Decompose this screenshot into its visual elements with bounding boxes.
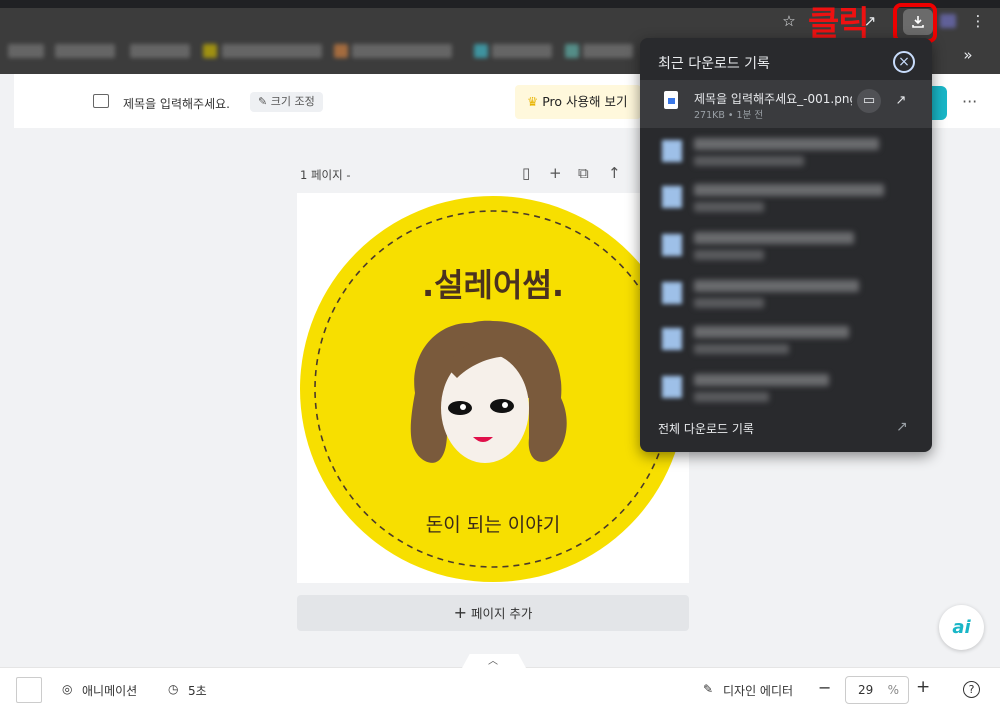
download-item-blurred[interactable] bbox=[662, 134, 882, 168]
design-canvas[interactable]: .설레어썸. 돈이 되는 이야기 bbox=[297, 193, 689, 583]
open-file-button[interactable]: ↗ bbox=[889, 89, 913, 113]
page-number: 1 페이지 - bbox=[300, 168, 351, 182]
animation-icon[interactable]: ◎ bbox=[62, 682, 72, 696]
resize-button[interactable]: ✎ 크기 조정 bbox=[250, 92, 323, 112]
left-eye bbox=[448, 401, 472, 415]
expand-pages-tab[interactable]: ︿ bbox=[462, 654, 526, 668]
sticker-top-text: .설레어썸. bbox=[422, 266, 564, 304]
zoom-in-button[interactable]: + bbox=[916, 677, 930, 697]
bookmark-blurred[interactable] bbox=[352, 44, 452, 58]
duration-label[interactable]: 5초 bbox=[188, 682, 207, 699]
more-options-icon[interactable]: ··· bbox=[962, 92, 977, 111]
sticker-artwork: .설레어썸. 돈이 되는 이야기 bbox=[300, 196, 686, 582]
plus-icon: + bbox=[453, 603, 467, 622]
design-editor-label[interactable]: 디자인 에디터 bbox=[723, 682, 793, 699]
download-item-blurred[interactable] bbox=[662, 370, 882, 404]
bookmark-blurred[interactable] bbox=[55, 44, 115, 58]
resize-label: 크기 조정 bbox=[270, 95, 315, 108]
zoom-value: 29 bbox=[858, 683, 874, 697]
folder-move-icon[interactable] bbox=[93, 94, 109, 108]
kebab-icon[interactable]: ⋮ bbox=[968, 11, 988, 31]
close-icon[interactable]: × bbox=[893, 51, 915, 73]
all-downloads-link[interactable]: 전체 다운로드 기록 bbox=[658, 420, 754, 437]
share-button-partial[interactable] bbox=[930, 86, 947, 120]
download-meta: 271KB • 1분 전 bbox=[694, 110, 764, 121]
add-page-button[interactable]: + 페이지 추가 bbox=[297, 595, 689, 631]
animation-label[interactable]: 애니메이션 bbox=[82, 682, 137, 699]
image-file-icon bbox=[664, 91, 678, 109]
callout-highlight-box bbox=[893, 3, 937, 43]
bookmark-blurred[interactable] bbox=[203, 44, 217, 58]
doc-title[interactable]: 제목을 입력해주세요. bbox=[123, 95, 230, 112]
page-label: 1 페이지 - bbox=[300, 167, 351, 183]
page-duplicate-icon[interactable]: ⧉ bbox=[578, 164, 589, 182]
chevron-up-icon: ︿ bbox=[488, 656, 498, 667]
zoom-input[interactable]: 29% bbox=[845, 676, 909, 704]
page-up-icon[interactable]: ↑ bbox=[608, 164, 621, 182]
add-page-label: 페이지 추가 bbox=[470, 606, 533, 621]
sticker-bottom-text: 돈이 되는 이야기 bbox=[426, 514, 560, 536]
bookmark-blurred[interactable] bbox=[8, 44, 44, 58]
bookmarks-more-button[interactable]: » bbox=[958, 45, 978, 65]
download-item-blurred[interactable] bbox=[662, 276, 882, 310]
bookmark-blurred[interactable] bbox=[565, 44, 579, 58]
star-icon[interactable]: ☆ bbox=[779, 11, 799, 31]
download-item-blurred[interactable] bbox=[662, 322, 882, 356]
zoom-out-button[interactable]: − bbox=[818, 678, 831, 697]
page-note-icon[interactable]: ▯ bbox=[522, 164, 530, 182]
extension-icon-blurred[interactable] bbox=[940, 14, 956, 28]
background-color-swatch[interactable] bbox=[16, 677, 42, 703]
zoom-unit: % bbox=[887, 683, 899, 697]
right-eye bbox=[490, 399, 514, 413]
ruler-icon: ✎ bbox=[258, 95, 271, 108]
download-item-blurred[interactable] bbox=[662, 228, 882, 262]
help-button[interactable]: ? bbox=[963, 681, 980, 698]
bookmark-blurred[interactable] bbox=[474, 44, 488, 58]
pro-trial-button[interactable]: ♛ Pro 사용해 보기 bbox=[515, 85, 641, 119]
downloads-panel-title: 최근 다운로드 기록 bbox=[658, 56, 770, 72]
external-link-icon: ↗ bbox=[895, 93, 907, 108]
bookmark-blurred[interactable] bbox=[583, 44, 633, 58]
ai-assistant-button[interactable]: ai bbox=[939, 605, 984, 650]
crown-icon: ♛ bbox=[527, 94, 543, 109]
show-in-folder-button[interactable]: ▭ bbox=[857, 89, 881, 113]
timer-icon[interactable]: ◷ bbox=[168, 682, 178, 696]
external-link-icon[interactable]: ↗ bbox=[896, 419, 908, 435]
download-filename[interactable]: 제목을 입력해주세요_-001.png bbox=[694, 90, 852, 107]
bookmark-blurred[interactable] bbox=[222, 44, 322, 58]
pro-label: Pro 사용해 보기 bbox=[542, 94, 628, 109]
bookmark-blurred[interactable] bbox=[492, 44, 552, 58]
bookmark-blurred[interactable] bbox=[130, 44, 190, 58]
folder-icon: ▭ bbox=[862, 93, 876, 108]
download-item-blurred[interactable] bbox=[662, 180, 884, 214]
bookmark-blurred[interactable] bbox=[334, 44, 348, 58]
page-add-icon[interactable]: + bbox=[549, 164, 562, 182]
brush-icon[interactable]: ✎ bbox=[703, 682, 713, 696]
